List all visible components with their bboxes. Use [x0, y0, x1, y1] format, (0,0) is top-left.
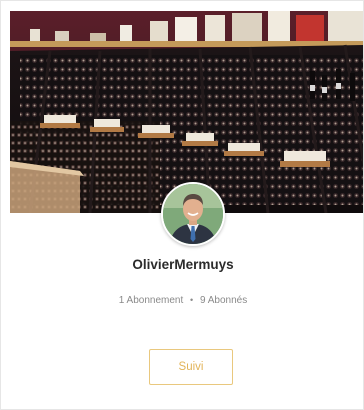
followers-count[interactable]: 9 Abonnés — [200, 295, 247, 306]
avatar[interactable] — [161, 182, 225, 246]
profile-name: OlivierMermuys — [132, 257, 234, 272]
profile-stats: 1 Abonnement • 9 Abonnés — [1, 295, 363, 306]
follow-button[interactable]: Suivi — [149, 349, 233, 385]
profile-card: OlivierMermuys 1 Abonnement • 9 Abonnés … — [0, 0, 364, 410]
stats-separator: • — [190, 295, 194, 305]
following-count[interactable]: 1 Abonnement — [119, 295, 184, 306]
